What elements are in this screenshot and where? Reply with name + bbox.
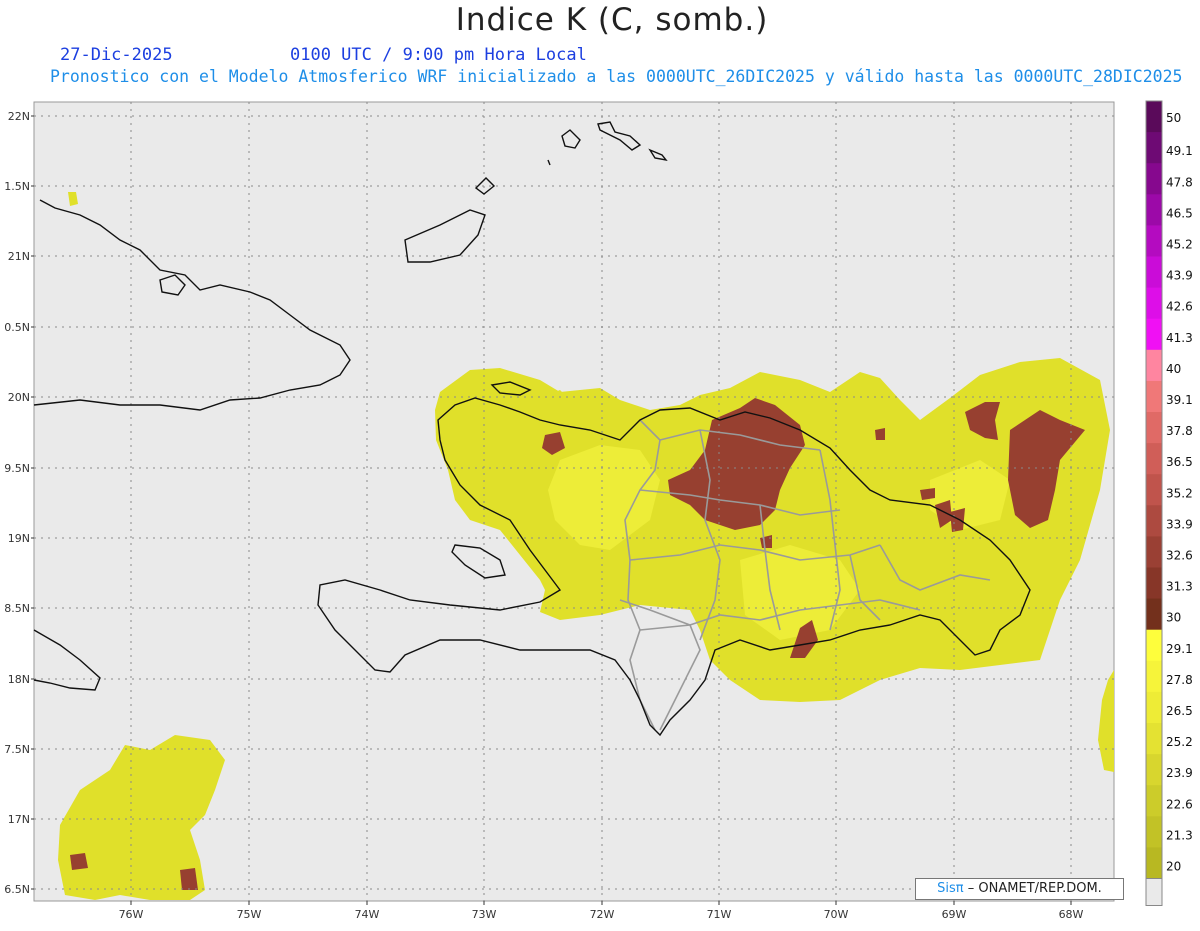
field-brown-tiny-1	[875, 428, 885, 440]
forecast-time: 0100 UTC / 9:00 pm Hora Local	[290, 45, 587, 65]
field-brown-tiny-3	[180, 868, 198, 890]
colorbar-swatch	[1146, 567, 1162, 600]
colorbar-swatch	[1146, 101, 1162, 133]
colorbar-swatch	[1146, 847, 1162, 879]
lon-label: 74W	[355, 908, 380, 921]
lat-label: 17N	[8, 813, 30, 826]
colorbar-label: 39.1	[1166, 393, 1193, 407]
forecast-subtitle: Pronostico con el Modelo Atmosferico WRF…	[50, 67, 1183, 86]
colorbar-swatch	[1146, 194, 1162, 226]
colorbar-label: 36.5	[1166, 455, 1193, 469]
colorbar-label: 31.3	[1166, 580, 1193, 594]
colorbar-label: 50	[1166, 111, 1181, 125]
colorbar-label: 45.2	[1166, 238, 1193, 252]
colorbar-swatch	[1146, 598, 1162, 631]
colorbar-label: 32.6	[1166, 549, 1193, 563]
colorbar-swatch	[1146, 163, 1162, 195]
field-brown-tiny-2	[70, 853, 88, 870]
colorbar-swatch	[1146, 132, 1162, 164]
colorbar-label: 47.8	[1166, 175, 1193, 189]
lat-label: 0.5N	[4, 321, 30, 334]
colorbar-swatch	[1146, 691, 1162, 724]
lon-label: 76W	[119, 908, 144, 921]
colorbar-label: 49.1	[1166, 144, 1193, 158]
colorbar-swatch	[1146, 474, 1162, 506]
colorbar-swatch	[1146, 287, 1162, 320]
colorbar-swatch	[1146, 412, 1162, 444]
colorbar-swatch	[1146, 256, 1162, 289]
lat-label: 20N	[8, 391, 30, 404]
colorbar-label: 33.9	[1166, 517, 1193, 531]
colorbar-swatch	[1146, 225, 1162, 257]
colorbar: 50 49.1 47.8 46.5 45.2 43.9 42.6 41.3 40 39.1 37.8…	[1145, 100, 1193, 906]
colorbar-swatch	[1146, 660, 1162, 693]
lat-label: 9.5N	[4, 462, 30, 475]
colorbar-label: 46.5	[1166, 206, 1193, 220]
colorbar-bottom-swatch	[1145, 878, 1163, 906]
lat-labels: 22N 1.5N 21N 0.5N 20N 9.5N 19N 8.5N 18N 7.5N 17N 6.…	[4, 110, 34, 896]
colorbar-swatch	[1146, 754, 1162, 786]
lon-labels: 76W 75W 74W 73W 72W 71W 70W 69W 68W	[119, 901, 1084, 921]
colorbar-swatch	[1146, 629, 1162, 662]
credit-text: – ONAMET/REP.DOM.	[967, 881, 1102, 896]
colorbar-swatch	[1146, 536, 1162, 568]
colorbar-swatch	[1146, 505, 1162, 537]
lat-label: 1.5N	[4, 180, 30, 193]
colorbar-swatch	[1146, 723, 1162, 755]
lon-label: 73W	[472, 908, 497, 921]
lat-label: 8.5N	[4, 602, 30, 615]
map-area: 22N 1.5N 21N 0.5N 20N 9.5N 19N 8.5N 18N 7.5N 17N 6.…	[0, 95, 1200, 927]
colorbar-label: 37.8	[1166, 424, 1193, 438]
colorbar-label: 27.8	[1166, 673, 1193, 687]
credit-brand: Sisπ	[937, 881, 964, 896]
lat-label: 7.5N	[4, 743, 30, 756]
lon-label: 71W	[707, 908, 732, 921]
lon-label: 75W	[237, 908, 262, 921]
colorbar-label: 40	[1166, 362, 1181, 376]
colorbar-swatch	[1146, 380, 1162, 413]
chart-title: Indice K (C, somb.)	[455, 2, 769, 38]
colorbar-swatch	[1146, 318, 1162, 351]
colorbar-label: 30	[1166, 611, 1181, 625]
lon-label: 72W	[590, 908, 615, 921]
colorbar-label: 43.9	[1166, 269, 1193, 283]
colorbar-swatch	[1146, 785, 1162, 817]
lat-label: 6.5N	[4, 883, 30, 896]
colorbar-label: 21.3	[1166, 828, 1193, 842]
lat-label: 21N	[8, 250, 30, 263]
colorbar-swatch	[1146, 816, 1162, 848]
lat-label: 19N	[8, 532, 30, 545]
colorbar-label: 25.2	[1166, 735, 1193, 749]
lat-label: 18N	[8, 673, 30, 686]
map-svg: 22N 1.5N 21N 0.5N 20N 9.5N 19N 8.5N 18N 7.5N 17N 6.…	[4, 100, 1193, 921]
lon-label: 70W	[824, 908, 849, 921]
colorbar-label: 42.6	[1166, 300, 1193, 314]
colorbar-swatch	[1146, 443, 1162, 475]
colorbar-label: 29.1	[1166, 642, 1193, 656]
colorbar-label: 22.6	[1166, 797, 1193, 811]
colorbar-label: 35.2	[1166, 486, 1193, 500]
credit-box: Sisπ – ONAMET/REP.DOM.	[915, 878, 1124, 900]
colorbar-swatch	[1146, 349, 1162, 382]
forecast-date: 27-Dic-2025	[60, 45, 173, 65]
field-brown-tiny-5	[920, 488, 935, 500]
lon-label: 69W	[942, 908, 967, 921]
colorbar-label: 41.3	[1166, 331, 1193, 345]
lat-label: 22N	[8, 110, 30, 123]
colorbar-label: 20	[1166, 860, 1181, 874]
lon-label: 68W	[1059, 908, 1084, 921]
colorbar-label: 23.9	[1166, 766, 1193, 780]
colorbar-label: 26.5	[1166, 704, 1193, 718]
